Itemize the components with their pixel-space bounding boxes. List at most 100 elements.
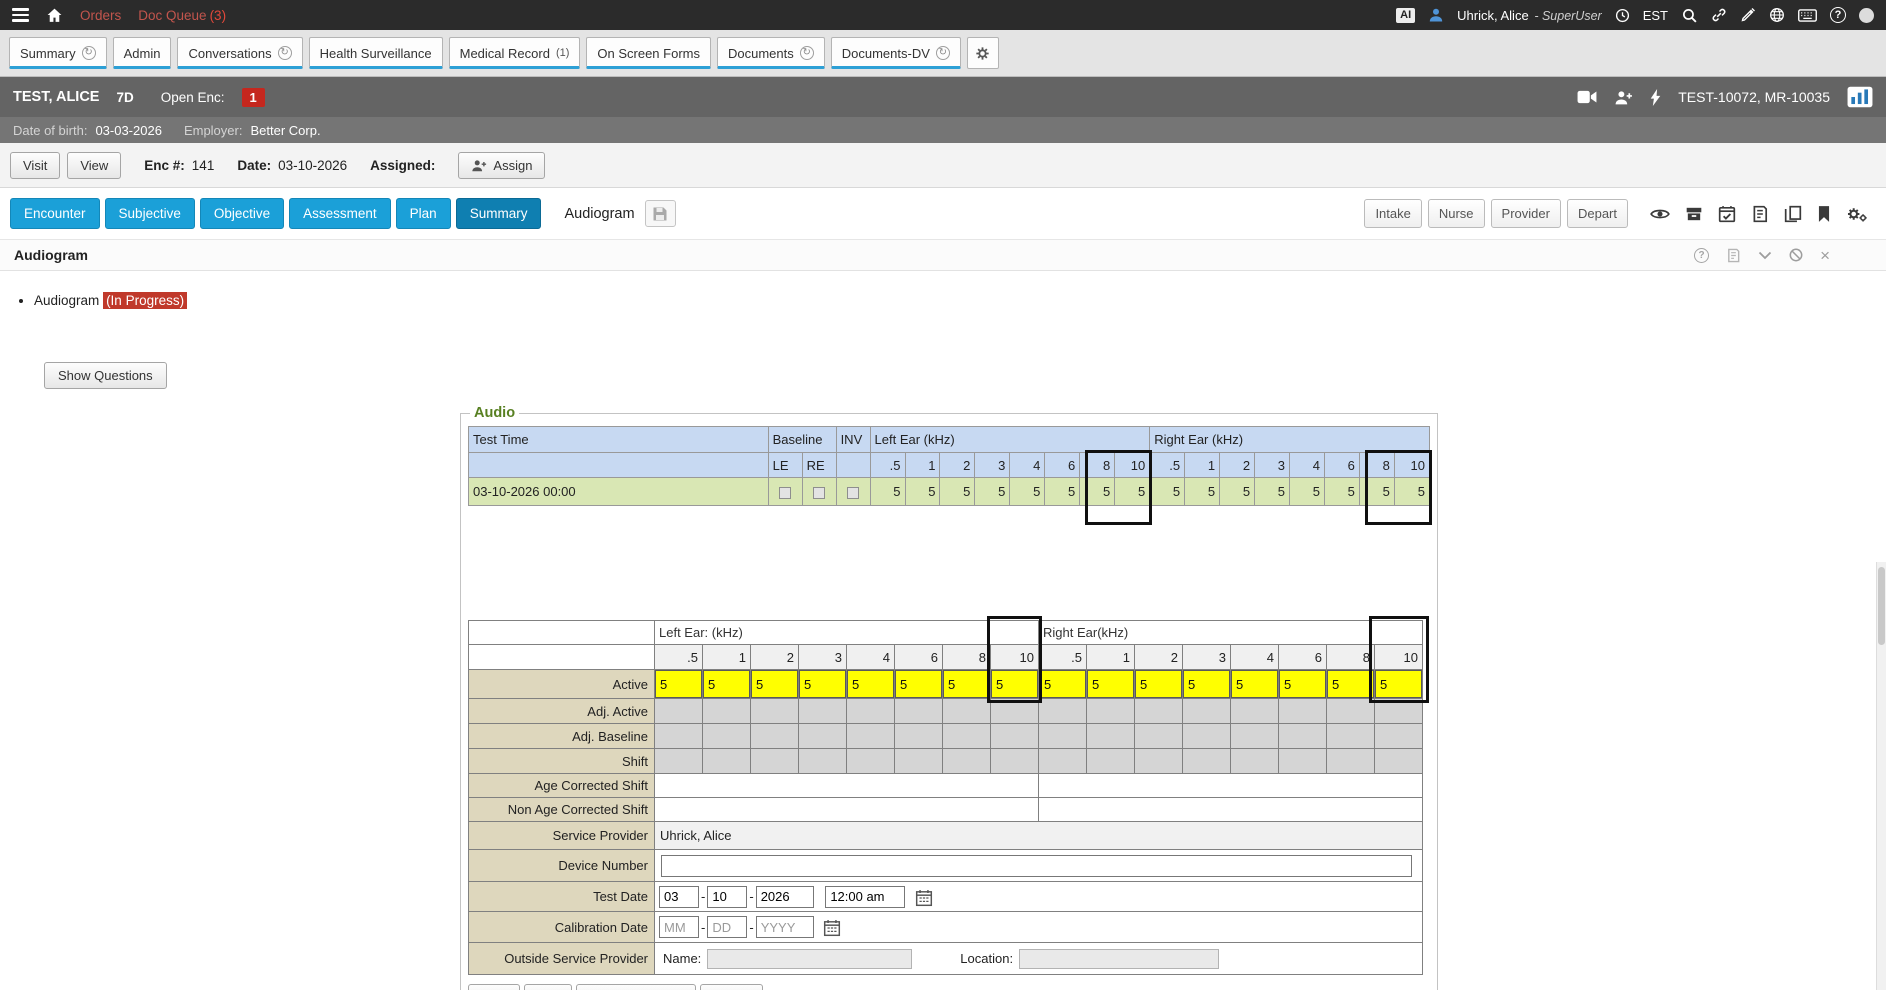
doc-queue-link[interactable]: Doc Queue(3)	[138, 8, 226, 23]
stage-button-nurse[interactable]: Nurse	[1428, 199, 1485, 228]
clock-icon[interactable]	[1615, 8, 1630, 23]
active-left-8-input[interactable]	[943, 670, 990, 698]
chart-stats-icon[interactable]	[1847, 86, 1873, 108]
active-left-6-input[interactable]	[895, 670, 942, 698]
hamburger-menu-icon[interactable]	[12, 5, 29, 25]
test-date-calendar-icon[interactable]	[915, 889, 933, 907]
calibration-year-input[interactable]	[756, 916, 814, 938]
disabled-cell	[655, 699, 703, 724]
entry-right-frequency-5: .5	[1039, 645, 1087, 670]
video-camera-icon[interactable]	[1577, 90, 1597, 104]
show-questions-button[interactable]: Show Questions	[44, 362, 167, 389]
graph-button[interactable]: Graph	[700, 984, 762, 990]
refresh-icon[interactable]: ↻	[800, 46, 814, 60]
result-right-10: 5	[1394, 478, 1429, 506]
close-icon[interactable]: ×	[1820, 247, 1830, 264]
copy-documents-icon[interactable]	[1784, 205, 1802, 223]
refresh-icon[interactable]: ↻	[936, 46, 950, 60]
active-left-1-input[interactable]	[703, 670, 750, 698]
outside-name-input[interactable]	[707, 949, 912, 969]
calibration-month-input[interactable]	[659, 916, 699, 938]
tab-documents-dv[interactable]: Documents-DV↻	[831, 37, 961, 69]
preview-eye-icon[interactable]	[1650, 207, 1670, 221]
active-left-10-input[interactable]	[991, 670, 1038, 698]
tab-health-surveillance[interactable]: Health Surveillance	[309, 37, 443, 69]
tab-admin[interactable]: Admin	[113, 37, 172, 69]
settings-gears-icon[interactable]	[1846, 205, 1868, 223]
tab-conversations[interactable]: Conversations↻	[177, 37, 302, 69]
tab-settings-gear-button[interactable]	[967, 37, 999, 69]
test-time-input[interactable]	[825, 886, 905, 908]
test-date-year-input[interactable]	[756, 886, 814, 908]
orders-link[interactable]: Orders	[80, 8, 121, 23]
stage-button-intake[interactable]: Intake	[1364, 199, 1421, 228]
active-right-4-input[interactable]	[1231, 670, 1278, 698]
open-encounter-count-badge[interactable]: 1	[242, 88, 265, 107]
soap-nav-objective[interactable]: Objective	[200, 198, 284, 229]
tab-summary[interactable]: Summary↻	[9, 37, 107, 69]
save-button[interactable]	[645, 200, 676, 227]
active-right-5-input[interactable]	[1039, 670, 1086, 698]
edit-button[interactable]: Edit	[524, 984, 572, 990]
view-button[interactable]: View	[67, 152, 121, 179]
refresh-icon[interactable]: ↻	[82, 46, 96, 60]
tab-on-screen-forms[interactable]: On Screen Forms	[586, 37, 711, 69]
baseline-history-button[interactable]: Baseline History	[576, 984, 696, 990]
section-book-icon[interactable]	[1726, 248, 1741, 263]
active-right-6-input[interactable]	[1279, 670, 1326, 698]
syringe-icon[interactable]	[1740, 7, 1756, 23]
outside-location-input[interactable]	[1019, 949, 1219, 969]
calibration-date-calendar-icon[interactable]	[823, 919, 841, 937]
active-left-4-input[interactable]	[847, 670, 894, 698]
stage-button-depart[interactable]: Depart	[1567, 199, 1628, 228]
calibration-day-input[interactable]	[707, 916, 747, 938]
assign-button[interactable]: Assign	[458, 152, 545, 179]
scrollbar-thumb[interactable]	[1878, 567, 1885, 645]
active-left-3-input[interactable]	[799, 670, 846, 698]
test-date-day-input[interactable]	[707, 886, 747, 908]
right-ear-frequency-1: 1	[1185, 453, 1220, 478]
add-person-icon[interactable]	[1614, 90, 1633, 105]
soap-nav-subjective[interactable]: Subjective	[105, 198, 195, 229]
search-icon[interactable]	[1681, 7, 1698, 24]
globe-icon[interactable]	[1769, 7, 1785, 23]
collapse-chevron-icon[interactable]	[1758, 251, 1772, 260]
ai-badge[interactable]: AI	[1396, 8, 1415, 23]
lightning-bolt-icon[interactable]	[1650, 89, 1661, 106]
home-icon[interactable]	[46, 7, 63, 24]
link-icon[interactable]	[1711, 7, 1727, 23]
audiogram-result-row[interactable]: 03-10-2026 00:00 5555555555555555	[469, 478, 1430, 506]
archive-drawer-icon[interactable]	[1685, 205, 1703, 223]
help-icon[interactable]: ?	[1830, 7, 1846, 23]
active-left-2-input[interactable]	[751, 670, 798, 698]
active-right-3-input[interactable]	[1183, 670, 1230, 698]
active-right-1-input[interactable]	[1087, 670, 1134, 698]
test-date-month-input[interactable]	[659, 886, 699, 908]
device-number-input[interactable]	[661, 855, 1412, 877]
calendar-check-icon[interactable]	[1718, 205, 1736, 223]
tab-documents[interactable]: Documents↻	[717, 37, 825, 69]
user-icon[interactable]	[1428, 7, 1444, 23]
bookmark-icon[interactable]	[1817, 205, 1831, 223]
tab-medical-record[interactable]: Medical Record(1)	[449, 37, 581, 69]
right-ear-frequency-4: 4	[1290, 453, 1325, 478]
disabled-cell	[655, 724, 703, 749]
visit-button[interactable]: Visit	[10, 152, 60, 179]
active-right-8-input[interactable]	[1327, 670, 1374, 698]
soap-nav-encounter[interactable]: Encounter	[10, 198, 100, 229]
ledger-document-icon[interactable]	[1751, 205, 1769, 223]
active-right-2-input[interactable]	[1135, 670, 1182, 698]
floppy-disk-icon	[652, 206, 668, 222]
new-button[interactable]: New	[468, 984, 520, 990]
active-left-5-input[interactable]	[655, 670, 702, 698]
section-help-icon[interactable]: ?	[1694, 248, 1709, 263]
vertical-scrollbar[interactable]	[1876, 562, 1886, 990]
soap-nav-plan[interactable]: Plan	[396, 198, 451, 229]
soap-nav-summary[interactable]: Summary	[456, 198, 542, 229]
active-right-10-input[interactable]	[1375, 670, 1422, 698]
keyboard-icon[interactable]	[1798, 9, 1817, 22]
refresh-icon[interactable]: ↻	[278, 46, 292, 60]
soap-nav-assessment[interactable]: Assessment	[289, 198, 391, 229]
stage-button-provider[interactable]: Provider	[1491, 199, 1561, 228]
disable-icon[interactable]	[1789, 248, 1803, 262]
